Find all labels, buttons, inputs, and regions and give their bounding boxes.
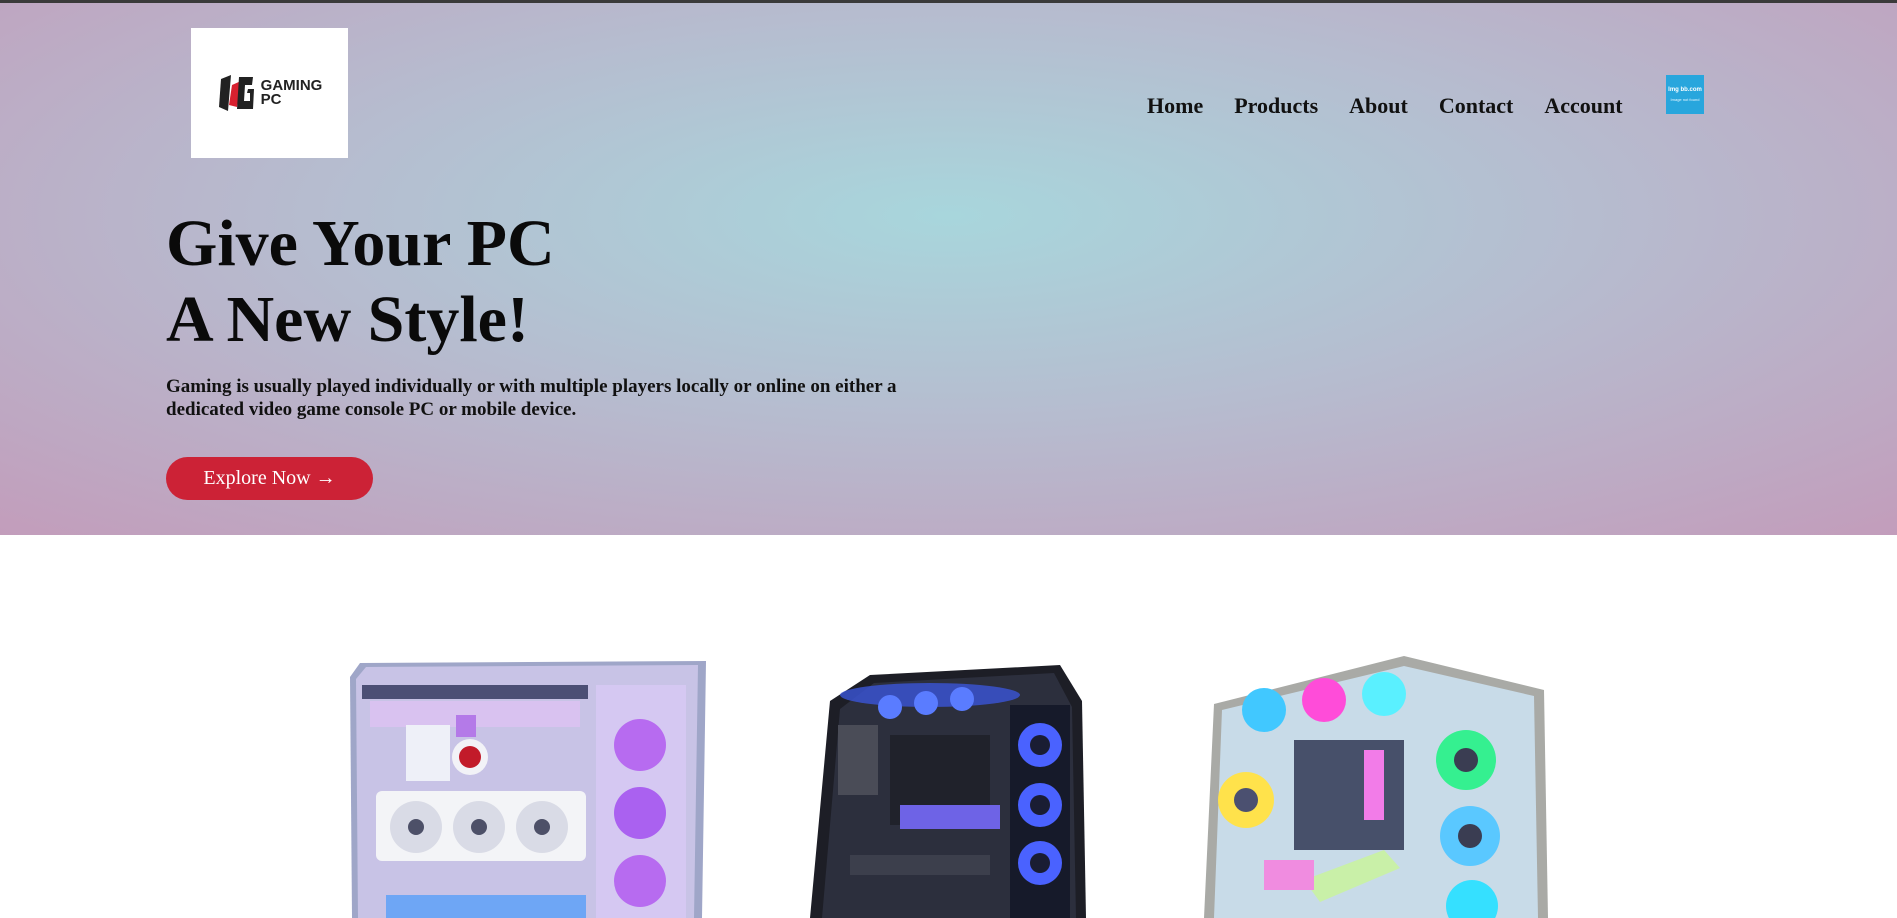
hero-description: Gaming is usually played individually or… — [166, 376, 897, 420]
site-logo[interactable]: GAMING PC — [191, 28, 348, 158]
nav-home[interactable]: Home — [1147, 93, 1203, 119]
hero-title: Give Your PC A New Style! — [166, 206, 555, 358]
nav-about[interactable]: About — [1349, 93, 1408, 119]
menu-image-badge[interactable]: Img bb.com Image not found — [1666, 75, 1704, 114]
nav-products[interactable]: Products — [1234, 93, 1318, 119]
hero-section: GAMING PC Home Products About Contact Ac… — [0, 3, 1897, 535]
explore-now-button[interactable]: Explore Now → — [166, 457, 373, 500]
product-image-rgb-case[interactable] — [1204, 650, 1548, 918]
hero-title-line-1: Give Your PC — [166, 207, 555, 280]
product-image-black-case[interactable] — [810, 655, 1086, 918]
hero-title-line-2: A New Style! — [166, 283, 529, 356]
badge-line-1: Img bb.com — [1668, 87, 1702, 93]
logo-line-2: PC — [260, 91, 282, 108]
badge-line-2: Image not found — [1670, 97, 1700, 102]
logo-mark-icon — [218, 75, 254, 111]
product-image-white-case[interactable] — [346, 655, 706, 918]
nav-account[interactable]: Account — [1544, 93, 1622, 119]
products-section — [0, 535, 1897, 918]
logo-text: GAMING PC — [260, 78, 323, 108]
nav-contact[interactable]: Contact — [1439, 93, 1514, 119]
main-nav: Home Products About Contact Account — [1147, 93, 1623, 119]
